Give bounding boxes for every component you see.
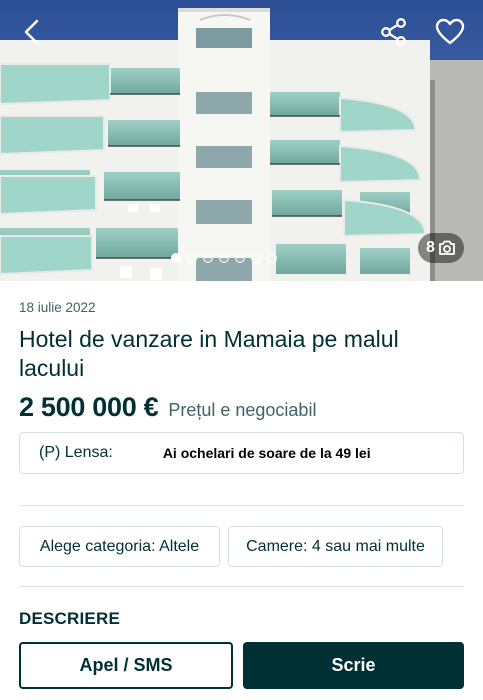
listing-price: 2 500 000 €: [19, 392, 159, 422]
gallery-pagination[interactable]: [171, 252, 277, 264]
divider: [19, 505, 464, 506]
heart-icon: [435, 18, 465, 45]
gallery-dot[interactable]: [267, 253, 277, 263]
sponsored-ad-banner[interactable]: (P) Lensa: Ai ochelari de soare de la 49…: [19, 432, 464, 474]
listing-title: Hotel de vanzare in Mamaia pe malul lacu…: [19, 326, 399, 381]
camera-icon: [439, 240, 455, 255]
share-icon: [381, 18, 406, 46]
gallery-dot[interactable]: [251, 253, 261, 263]
write-message-button[interactable]: Scrie: [243, 642, 464, 689]
ad-source: (P) Lensa:: [39, 444, 113, 461]
rooms-attribute-chip[interactable]: Camere: 4 sau mai multe: [228, 526, 443, 567]
photo-count-value: 8: [426, 239, 435, 256]
ad-text: Ai ochelari de soare de la 49 lei: [162, 445, 371, 461]
gallery-dot[interactable]: [219, 253, 229, 263]
photo-count-badge[interactable]: 8: [418, 233, 464, 263]
photo-gallery[interactable]: 8: [0, 0, 483, 281]
category-attribute-chip[interactable]: Alege categoria: Altele: [19, 526, 220, 567]
favorite-button[interactable]: [432, 14, 468, 50]
gallery-dot[interactable]: [171, 253, 181, 263]
back-arrow-icon: [24, 19, 39, 45]
gallery-dot[interactable]: [187, 253, 197, 263]
listing-date: 18 iulie 2022: [19, 300, 96, 315]
negotiable-label: Prețul e negociabil: [168, 400, 317, 420]
gallery-dot[interactable]: [203, 253, 213, 263]
back-button[interactable]: [14, 14, 50, 50]
share-button[interactable]: [376, 14, 412, 50]
description-heading: DESCRIERE: [19, 609, 120, 628]
price-row: 2 500 000 € Prețul e negociabil: [19, 392, 316, 423]
divider: [19, 586, 464, 587]
gallery-dot[interactable]: [235, 253, 245, 263]
call-sms-button[interactable]: Apel / SMS: [19, 642, 233, 689]
